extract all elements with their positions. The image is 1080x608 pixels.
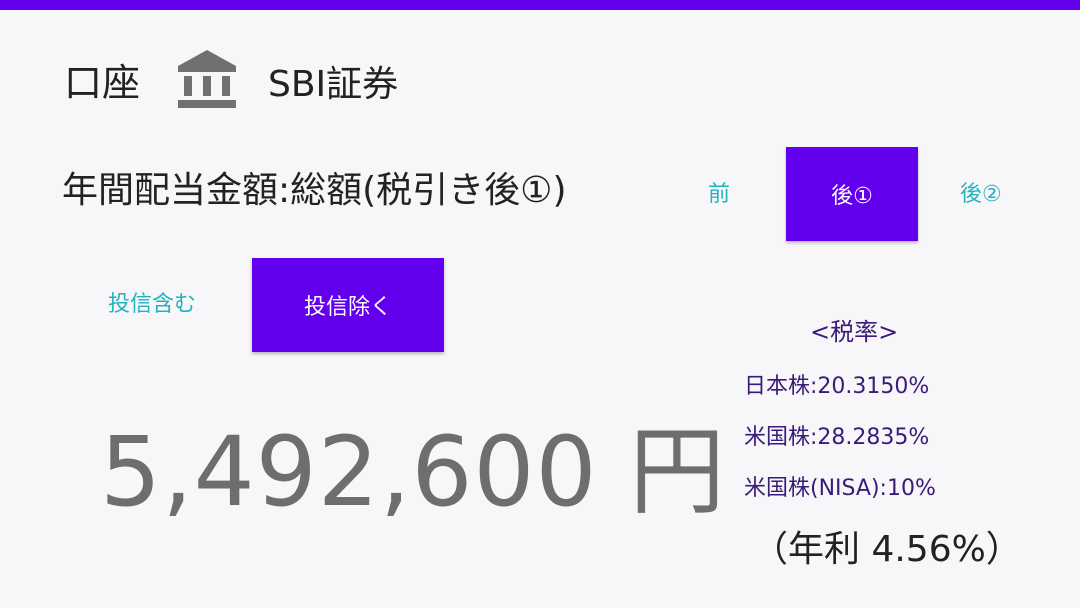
tax-rate-jp-stock: 日本株:20.3150% (744, 374, 930, 399)
tax-before-button[interactable]: 前 (708, 180, 730, 210)
dividend-title: 年間配当金額:総額(税引き後①) (62, 170, 567, 211)
account-label: 口座 (64, 61, 141, 105)
broker-name: SBI証券 (268, 64, 399, 105)
tax-rate-us-stock-nisa: 米国株(NISA):10% (744, 476, 936, 501)
top-app-bar (0, 0, 1080, 10)
tax-after-1-button[interactable]: 後① (786, 147, 918, 241)
tax-rate-header: <税率> (810, 318, 899, 346)
annual-yield: （年利 4.56%） (752, 529, 1022, 570)
include-funds-button[interactable]: 投信含む (108, 290, 196, 320)
dividend-amount: 5,492,600 円 (100, 416, 727, 528)
tax-after-2-button[interactable]: 後② (960, 180, 1002, 210)
tax-rate-us-stock: 米国株:28.2835% (744, 425, 930, 450)
bank-icon (178, 50, 236, 108)
exclude-funds-button[interactable]: 投信除く (252, 258, 444, 352)
